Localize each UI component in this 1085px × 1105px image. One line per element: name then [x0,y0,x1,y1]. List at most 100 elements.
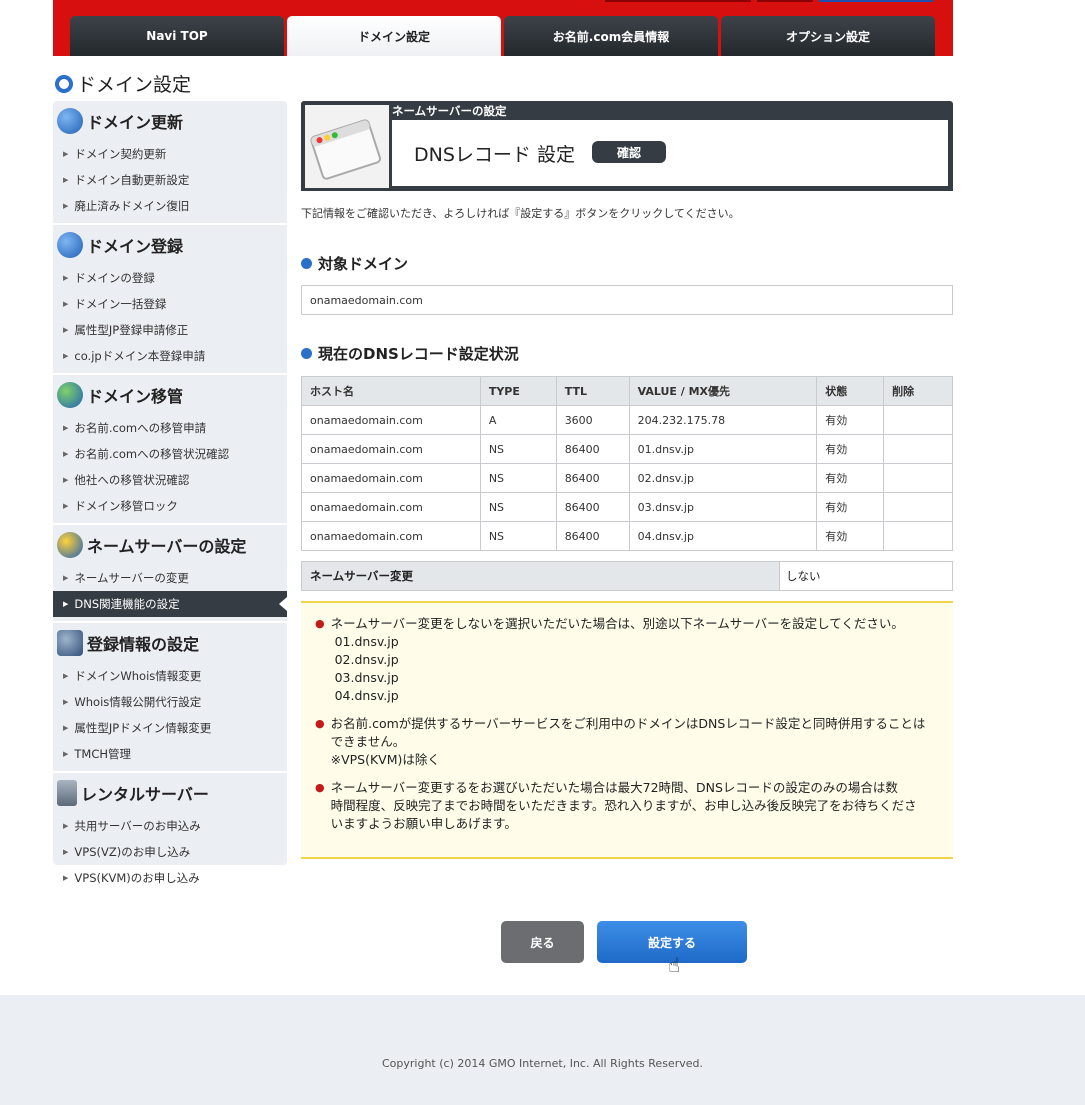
sidebar-item[interactable]: ▶ ドメイン自動更新設定 [53,167,287,193]
notice-line: 03.dnsv.jp [330,670,399,685]
sidebar-item[interactable]: ▶ co.jpドメイン本登録申請 [53,343,287,369]
main-content: ネームサーバーの設定 DNSレコード 設定 確認 下記情報をご確認いただき、よろ… [301,101,953,859]
table-cell: onamaedomain.com [301,405,481,435]
sidebar-item[interactable]: ▶ お名前.comへの移管申請 [53,415,287,441]
window-illustration [305,105,389,188]
sidebar-section-title: ドメイン登録 [87,237,184,256]
sidebar-item-label: co.jpドメイン本登録申請 [74,349,206,363]
sidebar-section-5: レンタルサーバー ▶ 共用サーバーのお申込み ▶ VPS(VZ)のお申し込み ▶ VPS(K… [53,773,287,897]
tab-3[interactable]: オプション設定 [721,16,935,56]
sidebar-item-label: Whois情報公開代行設定 [74,695,202,709]
page-heading: ドメイン設定 [55,70,191,97]
table-row: onamaedomain.com NS 86400 02.dnsv.jp 有効 [301,463,953,493]
ns-change-label: ネームサーバー変更 [302,562,780,590]
target-domain-heading: 対象ドメイン [301,253,953,274]
table-cell [883,434,953,464]
sidebar-item[interactable]: ▶ 廃止済みドメイン復旧 [53,193,287,219]
sidebar-item[interactable]: ▶ 属性型JP登録申請修正 [53,317,287,343]
sidebar-section-header[interactable]: ドメイン登録 [53,225,287,265]
sidebar-item-label: ドメインの登録 [74,271,155,285]
sidebar-item[interactable]: ▶ Whois情報公開代行設定 [53,689,287,715]
table-cell: 有効 [816,521,885,551]
sidebar-item-label: お名前.comへの移管申請 [74,421,207,435]
notice-line: ※VPS(KVM)は除く [330,752,440,767]
dot-bullet-icon [301,348,312,359]
sidebar-section-header[interactable]: 登録情報の設定 [53,623,287,663]
tab-2[interactable]: お名前.com会員情報 [504,16,718,56]
sidebar-item[interactable]: ▶ 共用サーバーのお申込み [53,813,287,839]
triangle-bullet-icon: ▶ [63,476,69,484]
sidebar-item-label: ドメインWhois情報変更 [74,669,202,683]
sidebar-item[interactable]: ▶ VPS(VZ)のお申し込み [53,839,287,865]
triangle-bullet-icon: ▶ [63,822,69,830]
sidebar-item[interactable]: ▶ ネームサーバーの変更 [53,565,287,591]
table-cell: 204.232.175.78 [628,405,818,435]
column-header: TTL [555,376,630,406]
sidebar-item-label: TMCH管理 [74,747,132,761]
triangle-bullet-icon: ▶ [63,274,69,282]
sidebar-item[interactable]: ▶ VPS(KVM)のお申し込み [53,865,287,891]
sidebar-section-header[interactable]: ネームサーバーの設定 [53,525,287,565]
table-cell [883,521,953,551]
triangle-bullet-icon: ▶ [63,698,69,706]
transfer-icon [57,382,83,408]
tab-1[interactable]: ドメイン設定 [287,16,501,56]
triangle-bullet-icon: ▶ [63,502,69,510]
triangle-bullet-icon: ▶ [63,750,69,758]
sidebar-section-header[interactable]: レンタルサーバー [53,773,287,813]
dot-bullet-icon [301,258,312,269]
sidebar-item[interactable]: ▶ 属性型JPドメイン情報変更 [53,715,287,741]
dns-records-table: ホスト名 TYPE TTL VALUE / MX優先 状態 削除 onamaedomain… [301,376,953,551]
triangle-bullet-icon: ▶ [63,176,69,184]
sidebar-section-2: ドメイン移管 ▶ お名前.comへの移管申請 ▶ お名前.comへの移管状況確認 ▶ 他社へ… [53,375,287,525]
title-box-caption: ネームサーバーの設定 [392,104,507,118]
table-cell: 86400 [555,434,630,464]
sidebar-item[interactable]: ▶ DNS関連機能の設定 [53,591,287,617]
sidebar-section-header[interactable]: ドメイン更新 [53,101,287,141]
sidebar-section-header[interactable]: ドメイン移管 [53,375,287,415]
notice-line: 時間程度、反映完了までお時間をいただきます。恐れ入りますが、お申し込み後反映完了… [330,798,917,813]
database-icon [57,630,83,656]
column-header: ホスト名 [301,376,481,406]
triangle-bullet-icon: ▶ [63,202,69,210]
table-cell: 3600 [555,405,630,435]
sidebar-item-label: DNS関連機能の設定 [74,597,180,611]
plus-icon [57,232,83,258]
triangle-bullet-icon: ▶ [63,848,69,856]
circle-bullet-icon [55,74,73,93]
notice-line: 01.dnsv.jp [330,634,399,649]
notice-line: お名前.comが提供するサーバーサービスをご利用中のドメインはDNSレコード設定… [330,716,926,731]
ns-change-value: しない [786,569,821,583]
table-cell: 有効 [816,492,885,522]
table-cell: 有効 [816,463,885,493]
back-button[interactable]: 戻る [501,921,584,963]
red-bullet-icon: ● [315,617,325,630]
sidebar-section-title: ドメイン更新 [87,113,184,132]
hand-cursor-icon: ☝ [668,953,681,977]
copyright: Copyright (c) 2014 GMO Internet, Inc. Al… [382,1057,703,1070]
sidebar-item[interactable]: ▶ ドメインWhois情報変更 [53,663,287,689]
sidebar-item[interactable]: ▶ ドメインの登録 [53,265,287,291]
column-header: 状態 [816,376,885,406]
sidebar-item-label: ドメイン一括登録 [74,297,167,311]
table-cell: 有効 [816,434,885,464]
notice-item: ● ネームサーバー変更するをお選びいただいた場合は最大72時間、DNSレコードの設… [315,779,937,833]
table-cell: 03.dnsv.jp [628,492,818,522]
table-cell: 01.dnsv.jp [628,434,818,464]
sidebar-item[interactable]: ▶ お名前.comへの移管状況確認 [53,441,287,467]
table-row: onamaedomain.com NS 86400 04.dnsv.jp 有効 [301,521,953,551]
sidebar-item-label: 属性型JP登録申請修正 [74,323,189,337]
table-cell: onamaedomain.com [301,521,481,551]
table-cell: NS [479,521,557,551]
notice-line: 04.dnsv.jp [330,688,399,703]
sidebar-item[interactable]: ▶ ドメイン契約更新 [53,141,287,167]
table-row: onamaedomain.com A 3600 204.232.175.78 有効 [301,405,953,435]
records-title: 現在のDNSレコード設定状況 [318,345,519,363]
sidebar-item-label: 共用サーバーのお申込み [74,819,201,833]
sidebar-item[interactable]: ▶ TMCH管理 [53,741,287,767]
sidebar-item[interactable]: ▶ ドメイン一括登録 [53,291,287,317]
tab-0[interactable]: Navi TOP [70,16,284,56]
sidebar-item[interactable]: ▶ 他社への移管状況確認 [53,467,287,493]
sidebar-item[interactable]: ▶ ドメイン移管ロック [53,493,287,519]
table-row: onamaedomain.com NS 86400 03.dnsv.jp 有効 [301,492,953,522]
